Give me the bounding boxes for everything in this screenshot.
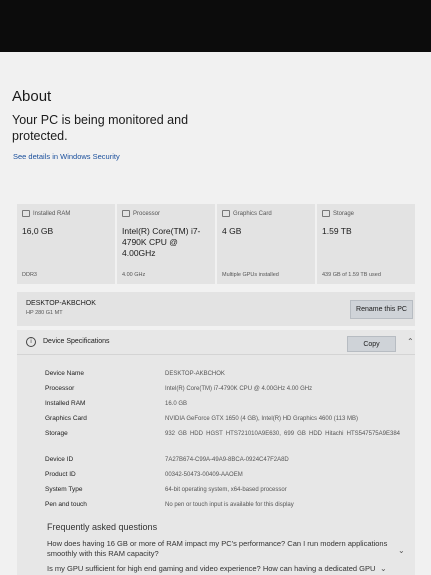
ram-icon <box>22 210 30 217</box>
spec-value: 7A27B674-C99A-49A9-8BCA-0924C47F2A8D <box>165 457 289 463</box>
spec-value: Intel(R) Core(TM) i7-4790K CPU @ 4.00GHz… <box>165 386 313 392</box>
rename-pc-button[interactable]: Rename this PC <box>350 300 413 319</box>
processor-icon <box>122 210 130 217</box>
spec-key: System Type <box>45 486 83 493</box>
card-sub: 439 GB of 1.59 TB used <box>322 272 381 278</box>
spec-value: 16.0 GB <box>165 401 188 407</box>
spec-key: Device ID <box>45 456 74 463</box>
storage-card: Storage 1.59 TB 439 GB of 1.59 TB used <box>317 204 415 284</box>
chevron-up-icon[interactable]: ⌃ <box>407 337 414 346</box>
graphics-card-icon <box>222 210 230 217</box>
spec-key: Storage <box>45 430 68 437</box>
spec-value: NVIDIA GeForce GTX 1650 (4 GB), Intel(R)… <box>165 416 358 422</box>
spec-value: No pen or touch input is available for t… <box>165 502 294 508</box>
spec-key: Graphics Card <box>45 415 87 422</box>
spec-key: Device Name <box>45 370 85 377</box>
page-title: About <box>12 88 52 105</box>
device-model: HP 280 G1 MT <box>26 310 63 316</box>
protection-status: Your PC is being monitored and protected… <box>12 113 189 143</box>
card-value: 1.59 TB <box>322 226 352 236</box>
graphics-card-card: Graphics Card 4 GB Multiple GPUs install… <box>217 204 315 284</box>
settings-window: About Your PC is being monitored and pro… <box>0 52 431 575</box>
copy-button[interactable]: Copy <box>347 336 396 352</box>
chevron-down-icon[interactable]: ⌄ <box>398 546 405 555</box>
installed-ram-card: Installed RAM 16,0 GB DDR3 <box>17 204 115 284</box>
card-value: 4 GB <box>222 226 242 236</box>
faq-title: Frequently asked questions <box>47 522 158 532</box>
spec-key: Product ID <box>45 471 76 478</box>
spec-value: 932 GB HDD HGST HTS721010A9E630, 699 GB … <box>165 431 400 437</box>
spec-value: 00342-50473-00409-AAOEM <box>165 472 243 478</box>
spec-value: DESKTOP-AKBCHOK <box>165 371 225 377</box>
specs-title: Device Specifications <box>43 338 110 345</box>
spec-key: Installed RAM <box>45 400 86 407</box>
device-name-row: DESKTOP-AKBCHOK HP 280 G1 MT Rename this… <box>17 292 415 326</box>
card-sub: 4.00 GHz <box>122 272 146 278</box>
specs-header[interactable]: i Device Specifications Copy ⌃ <box>17 330 415 355</box>
info-icon: i <box>26 337 36 347</box>
summary-cards: Installed RAM 16,0 GB DDR3 Processor Int… <box>17 204 415 284</box>
card-value: Intel(R) Core(TM) i7-4790K CPU @ 4.00GHz <box>122 226 201 258</box>
windows-security-link[interactable]: See details in Windows Security <box>13 152 120 161</box>
card-label: Storage <box>333 210 355 217</box>
card-sub: DDR3 <box>22 272 37 278</box>
chevron-down-icon[interactable]: ⌄ <box>380 564 387 573</box>
card-label: Installed RAM <box>33 210 71 217</box>
spec-key: Processor <box>45 385 75 392</box>
spec-value: 64-bit operating system, x64-based proce… <box>165 487 287 493</box>
card-sub: Multiple GPUs installed <box>222 272 279 278</box>
processor-card: Processor Intel(R) Core(TM) i7-4790K CPU… <box>117 204 215 284</box>
storage-icon <box>322 210 330 217</box>
device-name: DESKTOP-AKBCHOK <box>26 300 96 307</box>
card-value: 16,0 GB <box>22 226 54 236</box>
faq-question[interactable]: How does having 16 GB or more of RAM imp… <box>47 539 397 559</box>
spec-key: Pen and touch <box>45 501 87 508</box>
faq-question[interactable]: Is my GPU sufficient for high end gaming… <box>47 564 397 574</box>
card-label: Graphics Card <box>233 210 272 217</box>
card-label: Processor <box>133 210 161 217</box>
